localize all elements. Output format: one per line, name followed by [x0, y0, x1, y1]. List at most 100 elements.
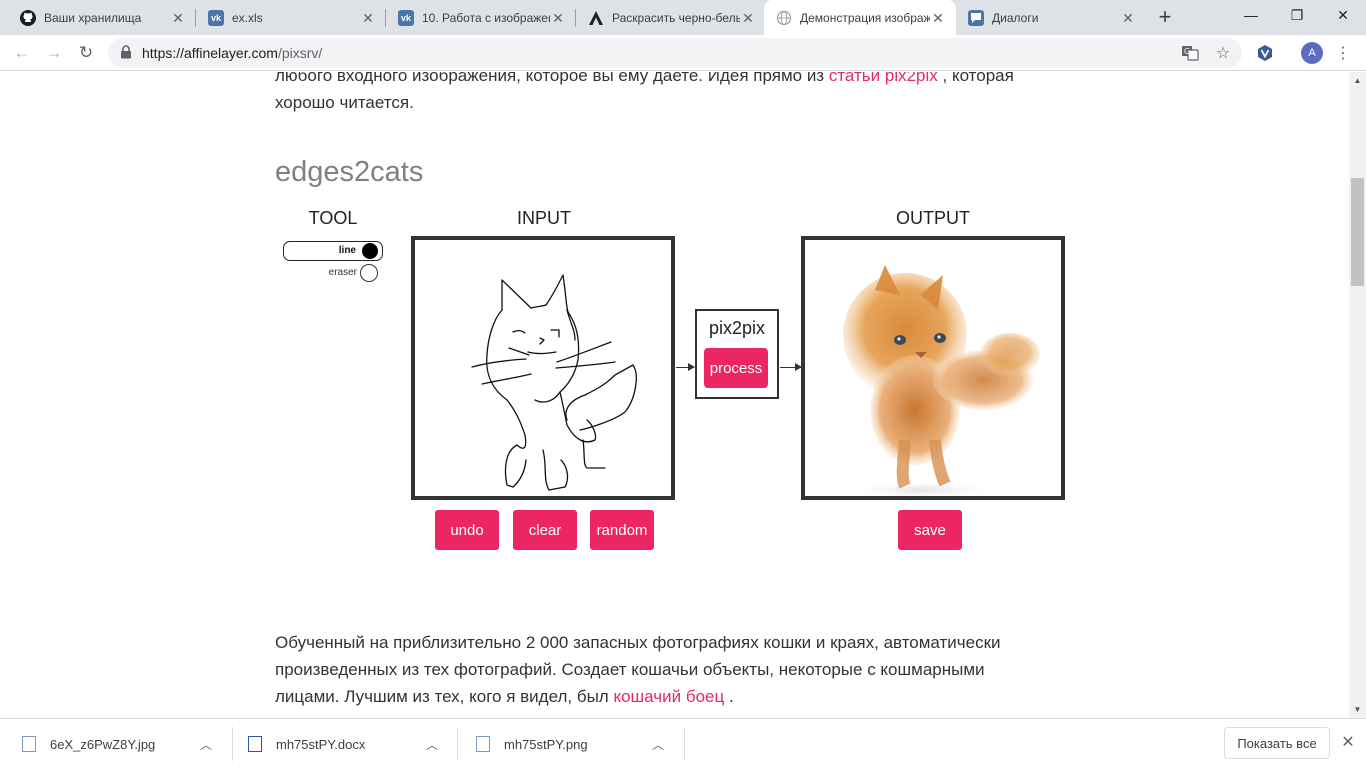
scroll-down-arrow-icon[interactable]: ▼	[1349, 701, 1366, 718]
triangle-logo-icon	[588, 10, 604, 26]
download-filename: 6eX_z6PwZ8Y.jpg	[50, 736, 156, 752]
bookmark-star-icon[interactable]: ☆	[1214, 44, 1232, 62]
chevron-up-icon[interactable]: ︿	[426, 736, 438, 753]
tool-eraser-option[interactable]: eraser	[283, 263, 383, 283]
tab-colorize[interactable]: Раскрасить черно-белые ✕	[576, 0, 766, 35]
back-button[interactable]: ←	[8, 39, 36, 67]
url-path: /pixsrv/	[277, 45, 323, 61]
vk-icon: vk	[398, 9, 414, 26]
scroll-up-arrow-icon[interactable]: ▲	[1349, 72, 1366, 89]
chevron-up-icon[interactable]: ︿	[652, 736, 664, 753]
image-file-icon	[476, 736, 490, 752]
intro-paragraph: любого входного изображения, которое вы …	[275, 72, 1075, 116]
cat-sketch-drawing	[471, 274, 637, 491]
close-icon[interactable]: ✕	[360, 10, 376, 26]
show-all-downloads-button[interactable]: Показать все	[1224, 727, 1330, 759]
close-icon[interactable]: ✕	[930, 10, 946, 26]
description-line3-tail: .	[724, 687, 734, 706]
close-icon[interactable]: ✕	[1120, 10, 1136, 26]
download-item-3[interactable]: mh75stPY.png ︿	[476, 719, 676, 769]
download-item-2[interactable]: mh75stPY.docx ︿	[248, 719, 448, 769]
tab-title: Ваши хранилища	[44, 10, 142, 25]
clear-button[interactable]: clear	[513, 510, 577, 550]
reload-button[interactable]: ↻	[72, 39, 100, 67]
word-file-icon	[248, 736, 262, 752]
process-button[interactable]: process	[704, 348, 768, 388]
section-title: edges2cats	[275, 156, 424, 188]
profile-avatar[interactable]: A	[1301, 42, 1323, 64]
extension-icon[interactable]	[1254, 42, 1276, 64]
vk-icon: vk	[208, 9, 224, 26]
process-title: pix2pix	[708, 318, 766, 338]
browser-toolbar: ← → ↻ https://affinelayer.com/pixsrv/ G …	[0, 35, 1366, 71]
description-line2: произведенных из тех фотографий. Создает…	[275, 660, 985, 679]
intro-text: любого входного изображения, которое вы …	[275, 72, 829, 85]
tab-vk-images[interactable]: vk 10. Работа с изображениями ✕	[386, 0, 576, 35]
input-to-process-arrow	[676, 363, 695, 371]
image-file-icon	[22, 736, 36, 752]
menu-icon[interactable]: ⋮	[1332, 42, 1354, 64]
tab-title: 10. Работа с изображениями	[422, 10, 550, 25]
download-bar-close-icon[interactable]: ✕	[1338, 733, 1358, 753]
tab-title: Демонстрация изображений	[800, 10, 930, 25]
download-item-1[interactable]: 6eX_z6PwZ8Y.jpg ︿	[22, 719, 222, 769]
tab-demo-active[interactable]: Демонстрация изображений ✕	[764, 0, 956, 35]
lock-icon	[120, 45, 132, 64]
input-canvas[interactable]	[411, 236, 675, 500]
description-line3: лицами. Лучшим из тех, кого я видел, был	[275, 687, 614, 706]
generated-cat-image	[843, 265, 1040, 496]
address-bar[interactable]: https://affinelayer.com/pixsrv/ G ☆	[108, 38, 1242, 68]
intro-text-tail: , которая	[937, 72, 1014, 85]
tool-eraser-label: eraser	[328, 267, 357, 278]
globe-icon	[776, 10, 792, 26]
chevron-up-icon[interactable]: ︿	[200, 736, 212, 753]
download-divider	[457, 727, 458, 761]
tool-line-radio[interactable]	[362, 243, 378, 259]
description-paragraph: Обученный на приблизительно 2 000 запасн…	[275, 629, 1075, 710]
download-filename: mh75stPY.png	[504, 736, 588, 752]
tool-eraser-radio[interactable]	[360, 264, 378, 282]
tool-label: TOOL	[308, 208, 358, 228]
scrollbar-thumb[interactable]	[1351, 178, 1364, 286]
url-text: https://affinelayer.com/pixsrv/	[142, 45, 322, 61]
tab-ex-xls[interactable]: vk ex.xls ✕	[196, 0, 386, 35]
description-line1: Обученный на приблизительно 2 000 запасн…	[275, 633, 1001, 652]
download-divider	[232, 727, 233, 761]
output-canvas	[801, 236, 1065, 500]
close-icon[interactable]: ✕	[170, 10, 186, 26]
chat-icon	[968, 9, 984, 26]
download-filename: mh75stPY.docx	[276, 736, 366, 752]
cat-fighter-link[interactable]: кошачий боец	[613, 687, 724, 706]
tab-title: Диалоги	[992, 10, 1039, 25]
close-icon[interactable]: ✕	[740, 10, 756, 26]
pix2pix-paper-link[interactable]: статьи pix2pix	[829, 72, 938, 85]
undo-button[interactable]: undo	[435, 510, 499, 550]
github-icon	[20, 9, 36, 26]
page-scrollbar[interactable]: ▲ ▼	[1349, 72, 1366, 718]
random-button[interactable]: random	[590, 510, 654, 550]
translate-icon[interactable]: G	[1181, 44, 1199, 62]
new-tab-button[interactable]: +	[1152, 5, 1178, 31]
tab-title: Раскрасить черно-белые	[612, 10, 740, 25]
input-label: INPUT	[517, 208, 571, 228]
url-host: https://affinelayer.com	[142, 45, 278, 61]
maximize-button[interactable]: ❐	[1274, 0, 1320, 30]
window-close-button[interactable]: ✕	[1320, 0, 1366, 30]
save-button[interactable]: save	[898, 510, 962, 550]
page-viewport: любого входного изображения, которое вы …	[0, 72, 1349, 718]
tab-dialogs[interactable]: Диалоги ✕	[956, 0, 1146, 35]
output-label: OUTPUT	[896, 208, 970, 228]
download-bar: 6eX_z6PwZ8Y.jpg ︿ mh75stPY.docx ︿ mh75st…	[0, 718, 1366, 768]
minimize-button[interactable]: —	[1228, 0, 1274, 30]
tab-title: ex.xls	[232, 10, 263, 25]
svg-text:G: G	[1184, 47, 1190, 56]
forward-button[interactable]: →	[40, 39, 68, 67]
tool-line-option[interactable]: line	[283, 241, 383, 261]
tool-line-label: line	[338, 245, 356, 256]
close-icon[interactable]: ✕	[550, 10, 566, 26]
intro-text-line2: хорошо читается.	[275, 93, 414, 112]
tab-github[interactable]: Ваши хранилища ✕	[8, 0, 196, 35]
process-to-output-arrow	[780, 363, 802, 371]
tab-strip: Ваши хранилища ✕ vk ex.xls ✕ vk 10. Рабо…	[0, 0, 1366, 35]
download-divider	[684, 727, 685, 761]
